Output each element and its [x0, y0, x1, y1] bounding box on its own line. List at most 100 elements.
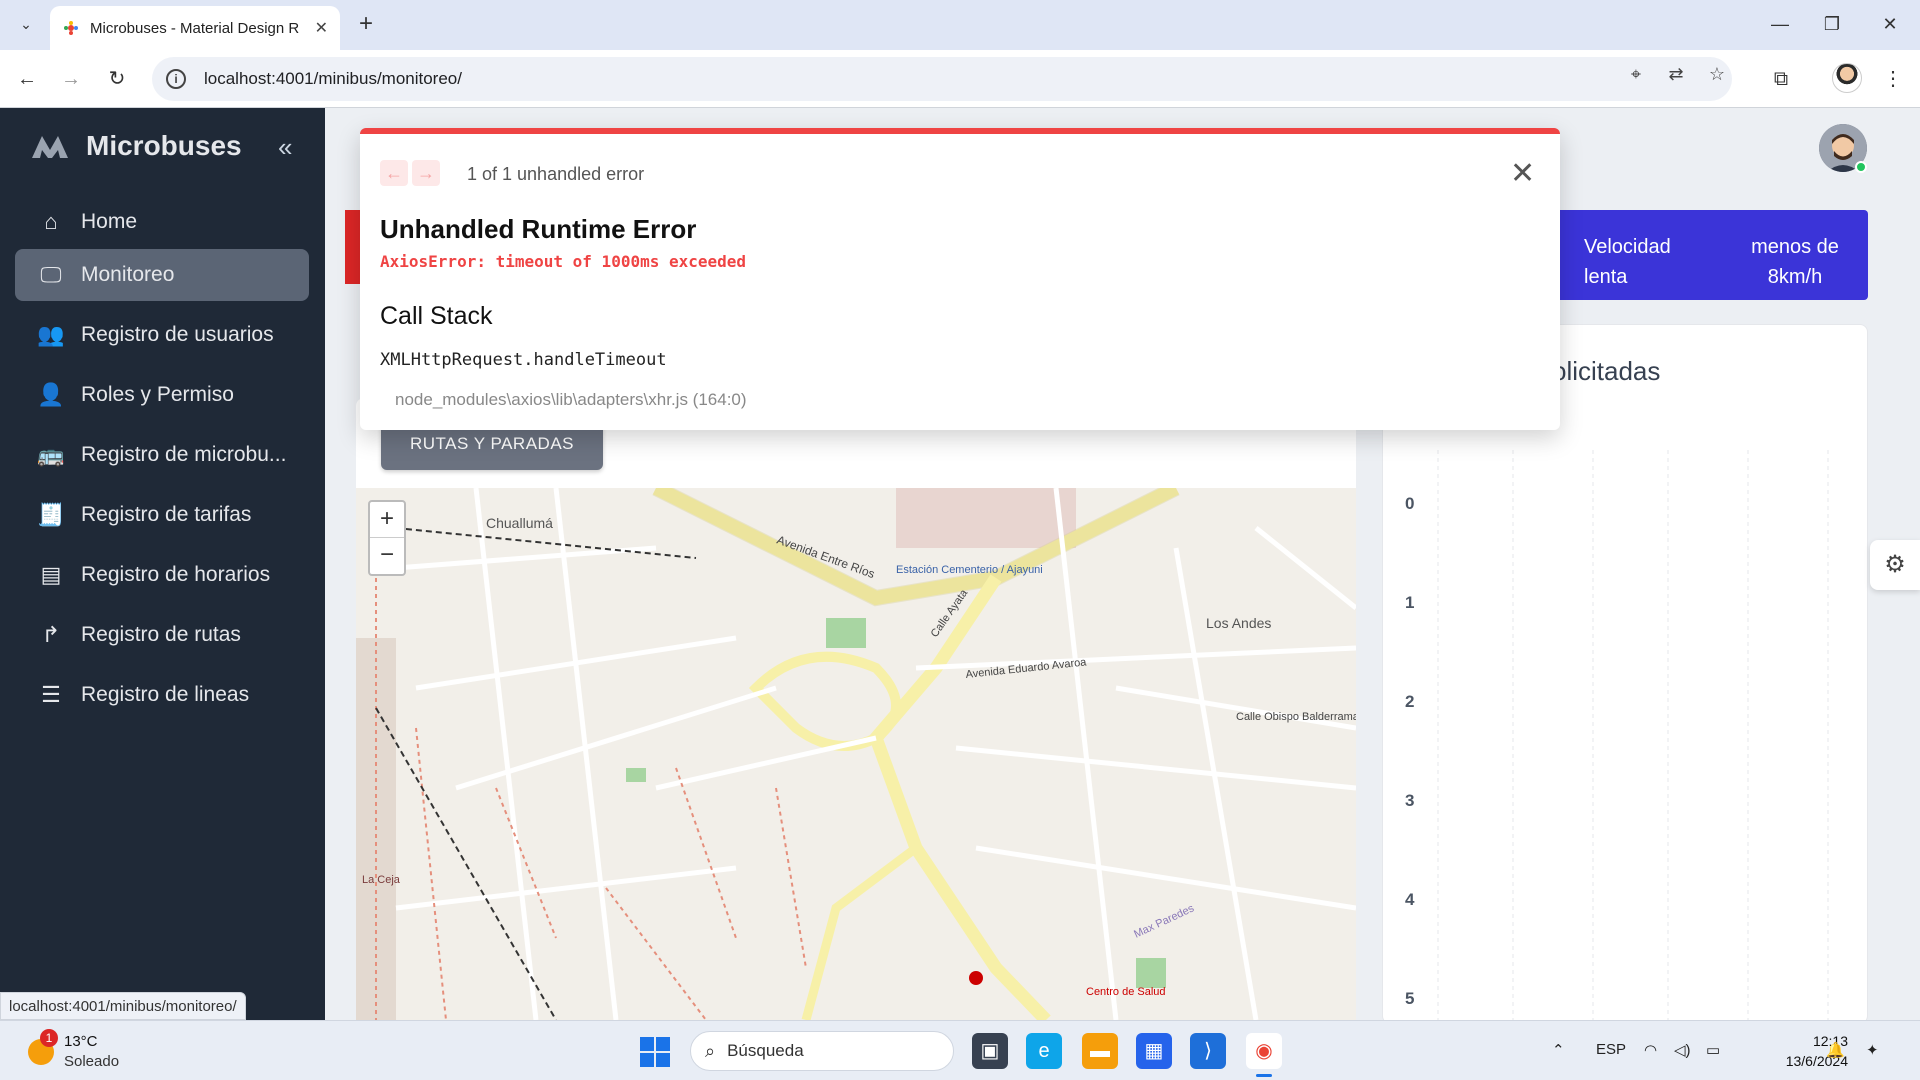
sidebar-item-tarifas[interactable]: 🧾 Registro de tarifas — [15, 489, 309, 541]
sidebar-item-label: Roles y Permiso — [81, 383, 234, 406]
file-explorer-icon[interactable]: ▬ — [1082, 1033, 1118, 1069]
sidebar-item-monitoreo[interactable]: 🖵 Monitoreo — [15, 249, 309, 301]
address-bar[interactable]: i localhost:4001/minibus/monitoreo/ — [152, 57, 1732, 101]
chrome-icon[interactable]: ◉ — [1246, 1033, 1282, 1077]
battery-icon[interactable]: ▭ — [1706, 1041, 1720, 1059]
back-button[interactable]: ← — [12, 64, 42, 94]
error-dialog: ← → 1 of 1 unhandled error ✕ Unhandled R… — [360, 128, 1560, 430]
taskbar-search[interactable]: ⌕ Búsqueda — [690, 1031, 954, 1071]
extensions-icon[interactable]: ⧉ — [1766, 64, 1796, 94]
forward-button[interactable]: → — [56, 64, 86, 94]
map-label-balderrama: Calle Obispo Balderrama — [1236, 711, 1356, 723]
reload-button[interactable]: ↻ — [102, 64, 132, 94]
edge-icon[interactable]: e — [1026, 1033, 1062, 1069]
copilot-icon[interactable]: ✦ — [1866, 1041, 1879, 1059]
list-icon: ☰ — [41, 682, 61, 707]
prev-error-icon[interactable]: ← — [380, 160, 408, 186]
weather-temperature[interactable]: 13°C — [64, 1033, 98, 1050]
chart-tick: 5 — [1405, 989, 1415, 1008]
sidebar-item-lineas[interactable]: ☰ Registro de lineas — [15, 669, 309, 721]
restore-button[interactable]: ❐ — [1812, 10, 1852, 38]
users-icon: 👥 — [37, 322, 65, 347]
tab-title: Microbuses - Material Design R — [90, 19, 300, 37]
map[interactable]: Chuallumá Avenida Entre Ríos Estación Ce… — [356, 488, 1356, 1020]
sidebar-item-label: Home — [81, 210, 138, 233]
collapse-sidebar-icon[interactable]: « — [278, 132, 292, 163]
store-icon[interactable]: ▦ — [1136, 1033, 1172, 1069]
weather-description[interactable]: Soleado — [64, 1053, 119, 1070]
start-button[interactable] — [640, 1037, 670, 1067]
sidebar-item-horarios[interactable]: ▤ Registro de horarios — [15, 549, 309, 601]
tray-chevron-icon[interactable]: ⌃ — [1552, 1041, 1565, 1059]
favicon-icon — [64, 21, 78, 35]
task-view-icon[interactable]: ▣ — [972, 1033, 1008, 1069]
sidebar-item-label: Registro de usuarios — [81, 323, 274, 346]
error-title: Unhandled Runtime Error — [380, 214, 697, 244]
taskbar: 1 13°C Soleado ⌕ Búsqueda ▣ e ▬ ▦ ⟩ ◉ ⌃ … — [0, 1020, 1920, 1080]
url-text[interactable]: localhost:4001/minibus/monitoreo/ — [204, 69, 462, 89]
chart-tick: 0 — [1405, 494, 1415, 513]
sidebar-item-label: Monitoreo — [81, 263, 175, 286]
monitor-icon: 🖵 — [40, 262, 62, 287]
call-stack-heading: Call Stack — [380, 302, 493, 330]
map-label-los-andes: Los Andes — [1206, 615, 1271, 631]
close-icon[interactable]: ✕ — [1510, 156, 1535, 191]
map-label-centro-salud: Centro de Salud — [1086, 986, 1166, 998]
map-label-estacion: Estación Cementerio / Ajayuni — [896, 564, 1043, 576]
new-tab-button[interactable]: + — [352, 10, 380, 38]
zoom-in-button[interactable]: + — [370, 502, 404, 538]
sidebar-item-usuarios[interactable]: 👥 Registro de usuarios — [15, 309, 309, 361]
browser-tabbar: ⌄ Microbuses - Material Design R ✕ + — ❐… — [0, 0, 1920, 50]
wifi-icon[interactable]: ◠ — [1644, 1041, 1657, 1059]
chart-tick: 3 — [1405, 791, 1415, 810]
location-icon[interactable]: ⌖ — [1624, 62, 1648, 86]
sidebar-item-label: Registro de lineas — [81, 683, 250, 706]
sidebar-item-label: Registro de rutas — [81, 623, 241, 646]
map-tiles: Chuallumá Avenida Entre Ríos Estación Ce… — [356, 488, 1356, 1020]
browser-toolbar: ← → ↻ i localhost:4001/minibus/monitoreo… — [0, 50, 1920, 108]
next-error-icon[interactable]: → — [412, 160, 440, 186]
map-zoom-control: + − — [368, 500, 406, 576]
volume-icon[interactable]: ◁) — [1674, 1041, 1691, 1059]
brand-logo-icon — [32, 136, 68, 158]
speed-legend-card: ✓ Velocidad lenta menos de 8km/h — [1540, 210, 1868, 300]
profile-avatar[interactable] — [1832, 63, 1862, 93]
site-info-icon[interactable]: i — [166, 69, 186, 89]
receipt-icon: 🧾 — [37, 502, 65, 527]
tab-close-icon[interactable]: ✕ — [315, 18, 328, 38]
stack-function: XMLHttpRequest.handleTimeout — [380, 350, 667, 370]
close-window-button[interactable]: ✕ — [1870, 10, 1910, 38]
home-icon: ⌂ — [44, 209, 58, 234]
notification-bell-icon[interactable]: 🔔 — [1826, 1041, 1845, 1059]
sidebar-item-home[interactable]: ⌂ Home — [15, 196, 309, 248]
language-indicator[interactable]: ESP — [1596, 1041, 1626, 1058]
brand[interactable]: Microbuses — [30, 130, 242, 162]
sidebar-item-roles[interactable]: 👤 Roles y Permiso — [15, 369, 309, 421]
weather-badge: 1 — [40, 1029, 58, 1047]
minimize-button[interactable]: — — [1760, 10, 1800, 38]
error-message: AxiosError: timeout of 1000ms exceeded — [380, 252, 747, 271]
translate-icon[interactable]: ⇄ — [1664, 62, 1688, 86]
online-status-dot — [1855, 161, 1867, 173]
bookmark-star-icon[interactable]: ☆ — [1705, 62, 1729, 86]
settings-gear-icon[interactable]: ⚙ — [1870, 540, 1920, 590]
bus-icon: 🚌 — [37, 442, 65, 467]
sidebar-item-rutas[interactable]: ↱ Registro de rutas — [15, 609, 309, 661]
tab-list-button[interactable]: ⌄ — [12, 10, 40, 38]
schedule-icon: ▤ — [40, 562, 62, 587]
speed-label: Velocidad lenta — [1584, 236, 1671, 288]
speed-value: menos de 8km/h — [1751, 236, 1839, 288]
zoom-out-button[interactable]: − — [370, 538, 404, 574]
menu-icon[interactable]: ⋮ — [1878, 64, 1908, 94]
sidebar-item-label: Registro de horarios — [81, 563, 271, 586]
browser-tab[interactable]: Microbuses - Material Design R ✕ — [50, 6, 340, 50]
chart-tick: 1 — [1405, 593, 1415, 612]
chart-title: olicitadas — [1552, 356, 1661, 386]
sidebar-item-label: Registro de tarifas — [81, 503, 252, 526]
sidebar-item-microbuses[interactable]: 🚌 Registro de microbu... — [15, 429, 309, 481]
route-icon: ↱ — [41, 622, 61, 647]
stack-file[interactable]: node_modules\axios\lib\adapters\xhr.js (… — [395, 390, 747, 410]
chart-tick: 4 — [1405, 890, 1415, 909]
vscode-icon[interactable]: ⟩ — [1190, 1033, 1226, 1069]
search-icon: ⌕ — [705, 1040, 716, 1061]
